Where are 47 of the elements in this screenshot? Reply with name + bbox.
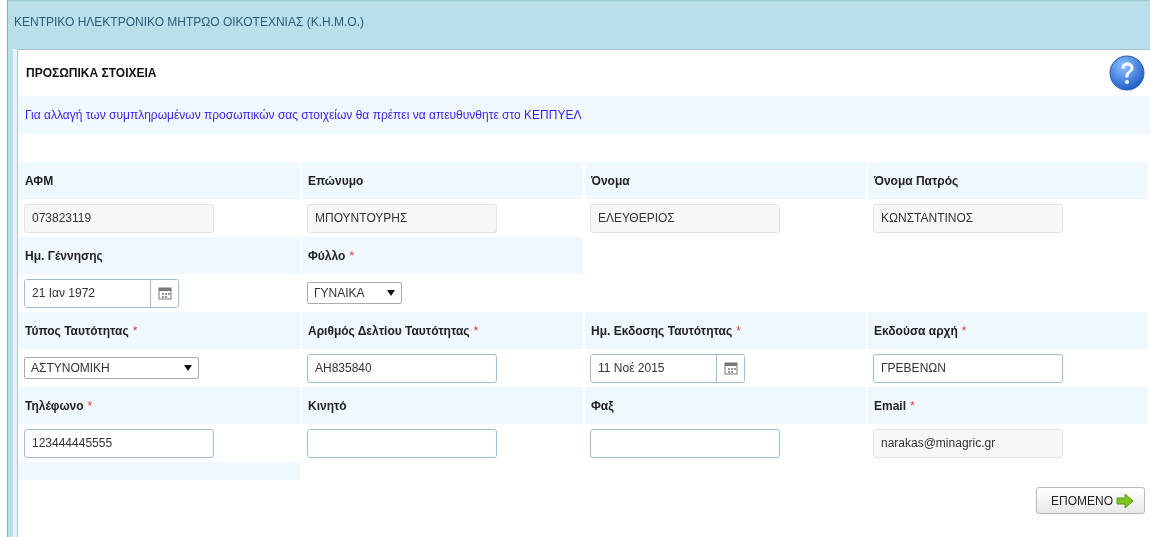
dropdown[interactable]: ΑΣΤΥΝΟΜΙΚΗ: [24, 357, 199, 379]
calendar-button[interactable]: [716, 354, 744, 382]
field-label: Τηλέφωνο: [25, 398, 84, 413]
required-mark: *: [961, 323, 967, 338]
arrow-right-icon: [1116, 493, 1134, 508]
dropdown[interactable]: ΓΥΝΑΙΚΑ: [307, 282, 402, 304]
field-label: ΑΦΜ: [25, 173, 54, 188]
input-field[interactable]: ΚΩΝΣΤΑΝΤΙΝΟΣ: [873, 203, 1063, 233]
field-label: Αριθμός Δελτίου Ταυτότητας: [308, 323, 470, 338]
field-label: Ημ. Γέννησης: [25, 248, 103, 263]
date-field[interactable]: 11 Νοέ 2015: [590, 353, 745, 383]
calendar-icon: [723, 361, 738, 375]
field-label: Φαξ: [591, 398, 614, 413]
field-label: Όνομα: [591, 173, 630, 188]
input-field[interactable]: [590, 428, 780, 458]
help-icon[interactable]: [1109, 55, 1145, 91]
field-label: Τύπος Ταυτότητας: [25, 323, 129, 338]
input-field[interactable]: narakas@minagric.gr: [873, 428, 1063, 458]
input-field[interactable]: 123444445555: [24, 428, 214, 458]
required-mark: *: [473, 323, 479, 338]
caret-icon: [387, 290, 395, 296]
required-mark: *: [910, 398, 915, 413]
input-field[interactable]: ΕΛΕΥΘΕΡΙΟΣ: [590, 203, 780, 233]
field-label: Κινητό: [308, 398, 347, 413]
field-label: Εκδούσα αρχή: [874, 323, 958, 338]
info-notice: Για αλλαγή των συμπληρωμένων προσωπικών σας στοιχείων θα πρέπει να απευθυνθητε στο ΚΕΠΠΥΕΛ: [19, 96, 1150, 134]
input-field[interactable]: 073823119: [24, 203, 214, 233]
field-label: Email: [874, 398, 906, 413]
calendar-icon: [157, 286, 172, 300]
date-field[interactable]: 21 Ιαν 1972: [24, 278, 179, 308]
caret-icon: [184, 365, 192, 371]
input-field[interactable]: [307, 428, 497, 458]
required-mark: *: [349, 248, 355, 263]
next-button[interactable]: ΕΠΟΜΕΝΟ: [1036, 487, 1145, 514]
input-field[interactable]: ΑΗ835840: [307, 353, 497, 383]
input-field[interactable]: ΜΠΟΥΝΤΟΥΡΗΣ: [307, 203, 497, 233]
calendar-button[interactable]: [150, 279, 178, 307]
field-label: Όνομα Πατρός: [874, 173, 959, 188]
field-label: Φύλλο: [308, 248, 346, 263]
window-title: ΚΕΝΤΡΙΚΟ ΗΛΕΚΤΡΟΝΙΚΟ ΜΗΤΡΩΟ ΟΙΚΟΤΕΧΝΙΑΣ (Κ.Η.Μ.Ο.): [8, 0, 1150, 43]
input-field[interactable]: ΓΡΕΒΕΝΩΝ: [873, 353, 1063, 383]
field-label: Επώνυμο: [308, 173, 364, 188]
required-mark: *: [736, 323, 741, 338]
field-label: Ημ. Εκδοσης Ταυτότητας: [591, 323, 733, 338]
required-mark: *: [87, 398, 93, 413]
section-title: ΠΡΟΣΩΠΙΚΑ ΣΤΟΙΧΕΙΑ: [26, 66, 157, 80]
required-mark: *: [132, 323, 138, 338]
